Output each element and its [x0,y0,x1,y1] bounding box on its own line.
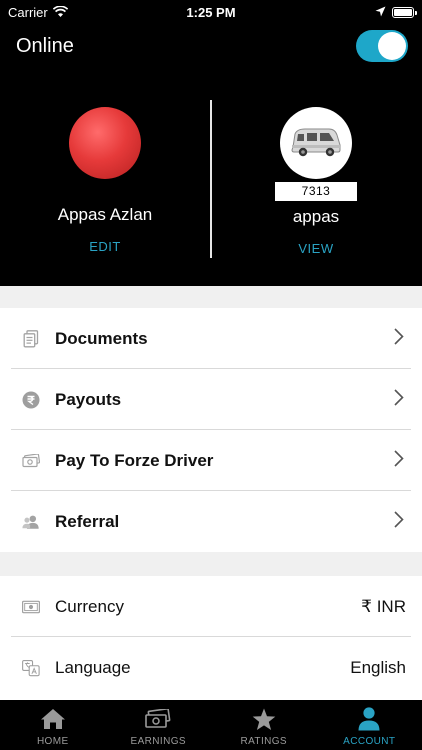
status-bar: Carrier 1:25 PM [0,0,422,24]
account-icon [358,706,380,732]
tab-earnings[interactable]: EARNINGS [106,700,212,750]
tab-label: EARNINGS [130,736,186,747]
tab-label: HOME [36,736,69,747]
online-toggle[interactable] [356,30,408,62]
home-icon [40,706,66,732]
account-menu: Documents Payouts Pay To Forze Driver Re… [0,308,422,552]
tab-ratings[interactable]: RATINGS [211,700,317,750]
settings-item-language[interactable]: Language English [0,637,422,698]
location-arrow-icon [375,5,386,20]
driver-profile: Appas Azlan EDIT [10,107,200,254]
chevron-right-icon [394,449,404,472]
account-header: Online Appas Azlan EDIT 7313 appas VIEW [0,24,422,286]
cash-icon [22,452,40,470]
referral-icon [22,513,40,531]
van-icon [289,123,343,164]
menu-item-documents[interactable]: Documents [0,308,422,369]
online-status-label: Online [16,35,74,57]
vehicle-name: appas [292,207,340,226]
menu-item-payouts[interactable]: Payouts [0,369,422,430]
license-plate: 7313 [275,182,357,201]
vehicle-image[interactable] [280,107,352,179]
settings-item-label: Currency [55,596,124,616]
payout-icon [22,391,40,409]
header-divider [210,100,212,258]
view-vehicle-link[interactable]: VIEW [221,241,411,256]
tab-account[interactable]: ACCOUNT [317,700,422,750]
menu-item-pay-to-forze-driver[interactable]: Pay To Forze Driver [0,430,422,491]
driver-name: Appas Azlan [57,205,153,224]
driver-avatar[interactable] [69,107,141,179]
vehicle-profile: 7313 appas VIEW [221,107,411,256]
currency-value: ₹ INR [361,596,406,616]
language-icon [22,659,40,677]
settings-item-currency[interactable]: Currency ₹ INR [0,576,422,637]
toggle-knob [378,32,406,60]
menu-item-label: Referral [55,511,120,531]
wifi-icon [52,4,68,20]
menu-item-label: Pay To Forze Driver [55,450,214,470]
account-settings: Currency ₹ INR Language English [0,576,422,700]
battery-icon [392,6,417,18]
menu-item-referral[interactable]: Referral [0,491,422,552]
status-time: 1:25 PM [186,4,236,20]
document-icon [22,329,40,348]
tab-label: ACCOUNT [343,736,396,747]
menu-item-label: Documents [55,328,148,348]
tab-label: RATINGS [240,736,287,747]
settings-item-label: Language [55,657,131,677]
chevron-right-icon [394,327,404,350]
menu-item-label: Payouts [55,389,122,409]
edit-profile-link[interactable]: EDIT [10,239,200,254]
earnings-icon [145,706,171,732]
chevron-right-icon [394,510,404,533]
bottom-tab-bar: HOME EARNINGS RATINGS ACCOUNT [0,700,422,750]
language-value: English [350,657,406,677]
star-icon [252,706,276,732]
tab-home[interactable]: HOME [0,700,106,750]
currency-icon [22,598,40,616]
chevron-right-icon [394,388,404,411]
carrier-label: Carrier [8,4,48,20]
